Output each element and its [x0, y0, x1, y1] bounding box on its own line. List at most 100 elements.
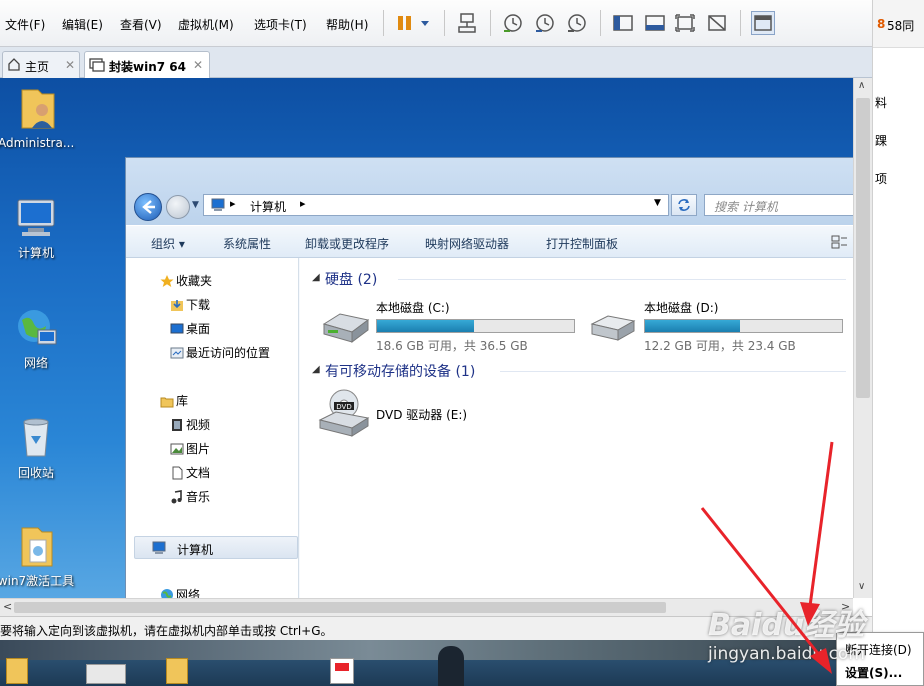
organize-button[interactable]: 组织 ▾ — [151, 235, 185, 252]
nav-music[interactable]: 音乐 — [171, 488, 210, 506]
nav-downloads[interactable]: 下载 — [171, 296, 210, 314]
dvd-drive[interactable]: DVD DVD 驱动器 (E:) — [314, 388, 584, 444]
nav-documents[interactable]: 文档 — [172, 464, 210, 482]
drive-c[interactable]: 本地磁盘 (C:) 18.6 GB 可用，共 36.5 GB — [314, 298, 584, 354]
dvd-label: DVD — [336, 403, 351, 411]
vm-icon — [89, 57, 105, 76]
desktop-icon-label: 计算机 — [17, 246, 54, 260]
search-input[interactable]: 搜索 计算机 — [704, 194, 854, 216]
drive-free-space: 18.6 GB 可用，共 36.5 GB — [376, 339, 528, 353]
drive-d[interactable]: 本地磁盘 (D:) 12.2 GB 可用，共 23.4 GB — [584, 298, 854, 354]
desktop-icon-administrator[interactable]: Administra... — [0, 84, 74, 150]
search-placeholder: 搜索 计算机 — [714, 200, 778, 214]
nav-desktop[interactable]: 桌面 — [170, 320, 210, 338]
nav-favorites[interactable]: 收藏夹 — [160, 272, 212, 290]
explorer-address-row: ▼ ▸ 计算机 ▸ ▼ 搜索 计算机 — [126, 158, 854, 225]
uninstall-program-button[interactable]: 卸载或更改程序 — [305, 235, 389, 252]
hard-drive-icon — [322, 313, 370, 343]
open-control-panel-button[interactable]: 打开控制面板 — [546, 235, 618, 252]
host-side-text: 项 — [875, 172, 888, 186]
pause-icon[interactable] — [394, 11, 418, 35]
music-icon — [170, 490, 184, 504]
nav-recent-places[interactable]: 最近访问的位置 — [170, 344, 270, 362]
tab-vm[interactable]: 封装win7 64 ✕ — [84, 51, 210, 79]
address-bar[interactable]: ▸ 计算机 ▸ ▼ — [203, 194, 669, 216]
map-network-drive-button[interactable]: 映射网络驱动器 — [425, 235, 509, 252]
video-icon — [170, 418, 184, 432]
unity-icon[interactable] — [705, 11, 729, 35]
desktop-icon-network[interactable]: 网络 — [0, 304, 74, 371]
desktop-icon-label: 网络 — [23, 356, 48, 370]
nav-pictures[interactable]: 图片 — [170, 440, 210, 458]
group-hard-disks[interactable]: 硬盘 (2) — [325, 269, 377, 289]
annotation-arrows — [700, 441, 834, 674]
navigation-pane: 收藏夹 下载 桌面 最近访问的位置 库 视频 图片 文档 音乐 计算机 网络 — [126, 258, 299, 602]
star-icon — [160, 274, 174, 288]
desktop-icon-win7-tool[interactable]: win7激活工具 — [0, 522, 84, 589]
scroll-thumb[interactable] — [856, 98, 870, 398]
document-icon — [170, 466, 184, 480]
scroll-up-icon[interactable]: ∧ — [858, 80, 865, 91]
menu-file[interactable]: 文件(F) — [5, 16, 45, 33]
snapshot-manager-icon[interactable] — [565, 11, 589, 35]
revert-snapshot-icon[interactable] — [533, 11, 557, 35]
nav-computer[interactable]: 计算机 — [134, 536, 298, 559]
desktop-icon-recycle-bin[interactable]: 回收站 — [0, 414, 74, 481]
computer-icon — [210, 198, 226, 215]
breadcrumb-chevron-icon: ▸ — [230, 197, 236, 210]
refresh-button[interactable] — [671, 194, 697, 216]
desktop-icon-label: 回收站 — [17, 466, 54, 480]
taskbar-folder-icon[interactable] — [6, 658, 28, 684]
console-view-icon[interactable] — [751, 11, 775, 35]
forward-button[interactable] — [166, 195, 190, 219]
dvd-drive-icon: DVD — [318, 389, 370, 437]
menu-view[interactable]: 查看(V) — [120, 16, 162, 33]
full-screen-icon[interactable] — [673, 11, 697, 35]
network-icon — [18, 310, 57, 345]
collapse-icon[interactable]: ◢ — [312, 364, 320, 375]
recycle-bin-icon — [23, 418, 49, 457]
breadcrumb-chevron-icon: ▸ — [300, 197, 306, 210]
scroll-left-icon[interactable]: < — [3, 600, 12, 613]
close-icon[interactable]: ✕ — [65, 58, 75, 72]
back-button[interactable] — [134, 193, 162, 221]
host-side-text: 料 — [875, 96, 888, 110]
folder-icon — [21, 527, 53, 567]
show-library-icon[interactable] — [611, 11, 635, 35]
picture-icon — [170, 442, 184, 456]
library-icon — [160, 394, 174, 408]
tab-label: 封装win7 64 — [109, 60, 186, 74]
tab-home[interactable]: 主页 ✕ — [2, 51, 80, 78]
send-ctrl-alt-del-icon[interactable] — [455, 11, 479, 35]
desktop-icon-label: win7激活工具 — [0, 574, 75, 588]
menu-help[interactable]: 帮助(H) — [326, 16, 368, 33]
taskbar-help-icon[interactable] — [86, 664, 126, 684]
taskbar-app-icon[interactable] — [330, 658, 354, 684]
group-removable-storage[interactable]: 有可移动存储的设备 (1) — [325, 361, 475, 381]
group-divider — [500, 371, 846, 372]
nav-videos[interactable]: 视频 — [172, 416, 210, 434]
host-number-icon: 8 — [877, 17, 886, 31]
menu-vm[interactable]: 虚拟机(M) — [178, 16, 234, 33]
group-divider — [398, 279, 846, 280]
address-dropdown-icon[interactable]: ▼ — [654, 198, 661, 208]
scroll-thumb[interactable] — [14, 602, 666, 613]
close-icon[interactable]: ✕ — [193, 58, 203, 72]
history-dropdown-icon[interactable]: ▼ — [192, 200, 199, 210]
desktop-icon-computer[interactable]: 计算机 — [0, 196, 74, 261]
system-properties-button[interactable]: 系统属性 — [223, 235, 271, 252]
host-side-text: 踝 — [875, 134, 888, 148]
breadcrumb-computer[interactable]: 计算机 — [250, 198, 286, 215]
refresh-icon — [678, 199, 690, 211]
nav-libraries[interactable]: 库 — [160, 392, 188, 410]
menu-edit[interactable]: 编辑(E) — [62, 16, 103, 33]
show-thumbnail-icon[interactable] — [643, 11, 667, 35]
taskbar-folder-icon[interactable] — [166, 658, 188, 684]
drive-name: 本地磁盘 (C:) — [376, 301, 450, 315]
view-options-icon[interactable] — [831, 234, 849, 253]
menu-tabs[interactable]: 选项卡(T) — [254, 16, 307, 33]
power-dropdown-icon[interactable] — [418, 11, 432, 35]
snapshot-icon[interactable] — [501, 11, 525, 35]
computer-icon — [17, 199, 55, 236]
collapse-icon[interactable]: ◢ — [312, 272, 320, 283]
